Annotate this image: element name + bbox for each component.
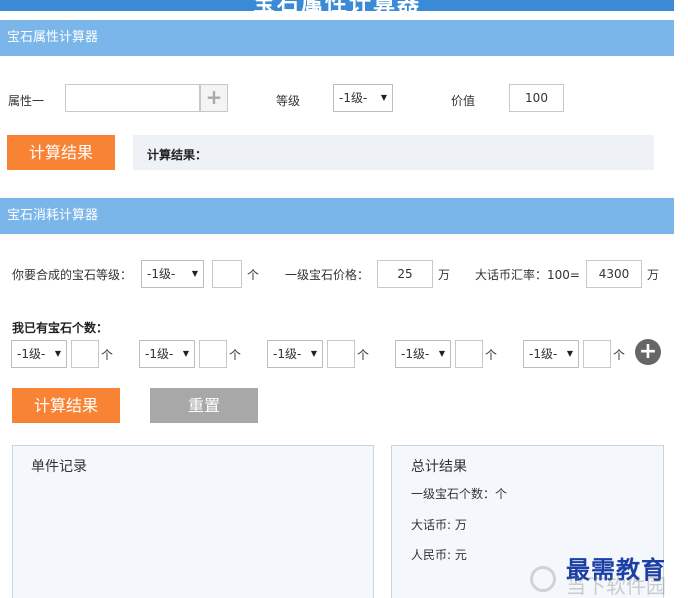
dropdown-arrow-icon: ▼ bbox=[438, 349, 445, 358]
owned-count-input[interactable] bbox=[199, 340, 227, 368]
totals-dahua-coin: 大话币: 万 bbox=[411, 518, 467, 532]
attr-result-label: 计算结果： bbox=[147, 148, 208, 162]
owned-count-unit: 个 bbox=[101, 348, 114, 362]
banner-title: 宝石属性计算器 bbox=[0, 0, 674, 11]
dropdown-arrow-icon: ▼ bbox=[310, 349, 317, 358]
dropdown-arrow-icon: ▼ bbox=[380, 93, 387, 102]
top-banner: 宝石属性计算器 bbox=[0, 0, 674, 11]
owned-label: 我已有宝石个数： bbox=[12, 321, 109, 335]
owned-count-input[interactable] bbox=[583, 340, 611, 368]
rate-label: 大话币汇率：100= bbox=[475, 268, 580, 282]
records-title: 单件记录 bbox=[31, 459, 87, 475]
owned-level-select-value: -1级- bbox=[273, 347, 302, 361]
owned-level-select-value: -1级- bbox=[529, 347, 558, 361]
attr-label: 属性一 bbox=[8, 94, 45, 108]
attr-level-label: 等级 bbox=[276, 94, 301, 108]
attr-level-select[interactable]: -1级- ▼ bbox=[333, 84, 393, 112]
totals-rmb: 人民币: 元 bbox=[411, 548, 467, 562]
target-level-label: 你要合成的宝石等级： bbox=[12, 268, 133, 282]
owned-level-select[interactable]: -1级- ▼ bbox=[267, 340, 323, 368]
attr-value-input[interactable]: 100 bbox=[509, 84, 564, 112]
rate-input[interactable]: 4300 bbox=[586, 260, 642, 288]
watermark-logo-icon bbox=[530, 566, 556, 592]
totals-gem-count: 一级宝石个数：个 bbox=[411, 487, 508, 501]
watermark-sub: 当下软件园 bbox=[566, 574, 666, 598]
owned-level-select[interactable]: -1级- ▼ bbox=[139, 340, 195, 368]
target-count-unit: 个 bbox=[247, 268, 260, 282]
target-level-select-value: -1级- bbox=[147, 267, 176, 281]
target-count-input[interactable] bbox=[212, 260, 242, 288]
consume-calc-button[interactable]: 计算结果 bbox=[12, 388, 120, 423]
dropdown-arrow-icon: ▼ bbox=[182, 349, 189, 358]
owned-count-input[interactable] bbox=[327, 340, 355, 368]
dropdown-arrow-icon: ▼ bbox=[191, 269, 198, 278]
owned-level-select[interactable]: -1级- ▼ bbox=[395, 340, 451, 368]
consume-calc-header: 宝石消耗计算器 bbox=[0, 198, 674, 234]
owned-count-input[interactable] bbox=[455, 340, 483, 368]
owned-level-select-value: -1级- bbox=[401, 347, 430, 361]
attr-input[interactable] bbox=[65, 84, 200, 112]
target-level-select[interactable]: -1级- ▼ bbox=[141, 260, 204, 288]
records-panel: 单件记录 bbox=[12, 445, 374, 598]
attr-calc-header: 宝石属性计算器 bbox=[0, 20, 674, 56]
owned-level-select[interactable]: -1级- ▼ bbox=[11, 340, 67, 368]
owned-level-select-value: -1级- bbox=[17, 347, 46, 361]
owned-count-input[interactable] bbox=[71, 340, 99, 368]
attr-add-button[interactable]: + bbox=[200, 84, 228, 112]
price-label: 一级宝石价格： bbox=[285, 268, 370, 282]
attr-calc-button[interactable]: 计算结果 bbox=[7, 135, 115, 170]
dropdown-arrow-icon: ▼ bbox=[54, 349, 61, 358]
dropdown-arrow-icon: ▼ bbox=[566, 349, 573, 358]
plus-circle-icon: + bbox=[638, 339, 658, 364]
price-unit: 万 bbox=[438, 268, 451, 282]
add-row-button[interactable]: + bbox=[635, 339, 661, 365]
plus-icon: + bbox=[205, 85, 223, 109]
reset-button[interactable]: 重置 bbox=[150, 388, 258, 423]
attr-value-label: 价值 bbox=[451, 94, 476, 108]
owned-count-unit: 个 bbox=[613, 348, 626, 362]
owned-count-unit: 个 bbox=[229, 348, 242, 362]
attr-level-select-value: -1级- bbox=[339, 91, 368, 105]
totals-title: 总计结果 bbox=[411, 459, 467, 475]
rate-unit: 万 bbox=[647, 268, 660, 282]
owned-level-select-value: -1级- bbox=[145, 347, 174, 361]
price-input[interactable]: 25 bbox=[377, 260, 433, 288]
owned-count-unit: 个 bbox=[357, 348, 370, 362]
owned-level-select[interactable]: -1级- ▼ bbox=[523, 340, 579, 368]
attr-result-bar: 计算结果： bbox=[133, 135, 654, 170]
owned-count-unit: 个 bbox=[485, 348, 498, 362]
